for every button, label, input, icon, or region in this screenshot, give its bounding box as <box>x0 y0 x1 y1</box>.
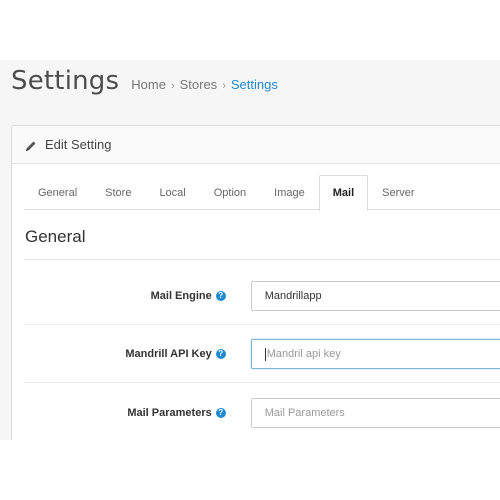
form-row-mandrill-api-key: Mandrill API Key ? Mandril api key <box>24 326 500 383</box>
panel-heading: Edit Setting <box>12 126 500 164</box>
page-title: Settings <box>11 66 120 96</box>
pencil-icon <box>25 139 37 151</box>
breadcrumb-separator-icon: › <box>222 80 226 92</box>
tab-option[interactable]: Option <box>200 175 260 210</box>
breadcrumb-settings[interactable]: Settings <box>231 77 278 92</box>
mail-engine-label: Mail Engine ? <box>24 290 226 302</box>
mandrill-api-key-placeholder: Mandril api key <box>266 348 341 360</box>
breadcrumb-stores[interactable]: Stores <box>180 77 218 92</box>
section-legend: General <box>24 220 500 260</box>
tab-server[interactable]: Server <box>368 175 428 210</box>
text-cursor-icon <box>264 347 266 361</box>
panel-title: Edit Setting <box>45 137 112 152</box>
mail-parameters-input[interactable]: Mail Parameters <box>250 397 500 428</box>
tab-local[interactable]: Local <box>145 175 199 210</box>
settings-tabs: General Store Local Option Image Mail Se… <box>24 175 500 211</box>
tab-mail[interactable]: Mail <box>318 175 369 211</box>
mail-parameters-placeholder: Mail Parameters <box>264 406 345 419</box>
help-icon[interactable]: ? <box>215 407 226 418</box>
help-icon[interactable]: ? <box>215 291 226 301</box>
mail-engine-select[interactable]: Mandrillapp <box>250 281 500 311</box>
form-row-mail-engine: Mail Engine ? Mandrillapp <box>24 268 500 325</box>
breadcrumb: Home › Stores › Settings <box>131 77 278 92</box>
edit-setting-panel: Edit Setting General Store Local Option … <box>11 125 500 440</box>
mandrill-api-key-input[interactable]: Mandril api key <box>250 339 500 369</box>
page-header: Settings Home › Stores › Settings <box>11 66 278 106</box>
form-row-mail-parameters: Mail Parameters ? Mail Parameters <box>24 384 500 440</box>
mandrill-api-key-label-text: Mandrill API Key <box>125 348 212 360</box>
mail-engine-label-text: Mail Engine <box>150 290 212 302</box>
mail-parameters-label-text: Mail Parameters <box>127 406 212 419</box>
mail-parameters-label: Mail Parameters ? <box>24 407 226 419</box>
breadcrumb-home[interactable]: Home <box>131 77 166 92</box>
help-icon[interactable]: ? <box>215 349 226 359</box>
tab-image[interactable]: Image <box>260 175 319 210</box>
tab-general[interactable]: General <box>24 175 91 210</box>
mandrill-api-key-label: Mandrill API Key ? <box>24 348 226 360</box>
breadcrumb-separator-icon: › <box>170 80 175 92</box>
page-area: Settings Home › Stores › Settings Edit S… <box>0 60 500 440</box>
tab-store[interactable]: Store <box>91 175 145 210</box>
